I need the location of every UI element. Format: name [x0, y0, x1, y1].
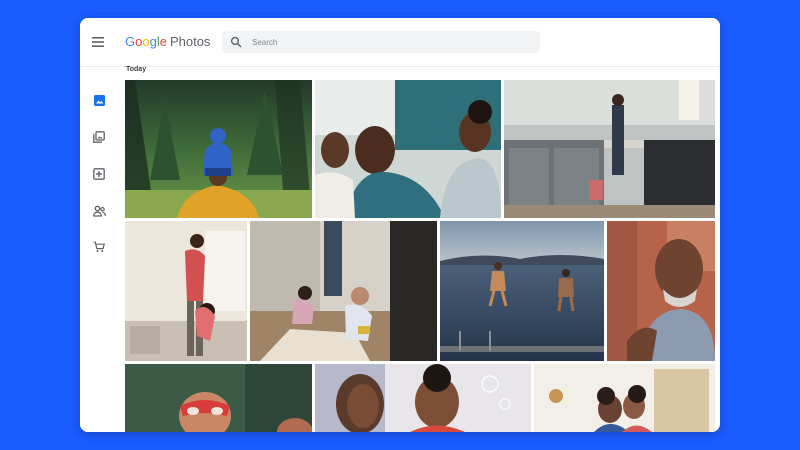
search-bar[interactable]: [222, 31, 540, 53]
sidebar: [80, 67, 120, 432]
search-input[interactable]: [250, 36, 534, 48]
hug-photo[interactable]: [534, 364, 715, 432]
sidebar-item-albums[interactable]: [92, 130, 106, 144]
hamburger-menu-icon: [92, 37, 104, 47]
masked-child-photo[interactable]: [125, 364, 312, 432]
sidebar-item-photos[interactable]: [92, 93, 106, 107]
section-date-label: Today: [126, 66, 147, 73]
logo-letter: o: [142, 34, 150, 49]
top-bar: Google Photos: [80, 18, 720, 67]
family-couch-photo[interactable]: [315, 80, 501, 218]
kitchen-photo[interactable]: [504, 80, 715, 218]
albums-icon: [93, 131, 105, 143]
kids-floor-photo[interactable]: [250, 221, 437, 361]
forest-hike-photo[interactable]: [125, 80, 312, 218]
logo-product-name: Photos: [169, 34, 211, 49]
sharing-icon: [92, 205, 106, 217]
app-window: Google Photos Search Today: [80, 18, 720, 432]
mother-child-photo[interactable]: [125, 221, 247, 361]
child-bubbles-photo[interactable]: [315, 364, 531, 432]
sidebar-item-utilities[interactable]: [92, 167, 106, 181]
logo-letter: g: [149, 34, 157, 49]
main-menu-button[interactable]: [90, 34, 106, 50]
lake-jump-photo[interactable]: [440, 221, 604, 361]
google-photos-logo[interactable]: Google Photos: [125, 34, 210, 49]
sidebar-item-print-store[interactable]: [92, 240, 106, 254]
logo-letter: G: [125, 34, 136, 49]
print-store-icon: [93, 241, 105, 252]
utilities-icon: [93, 168, 105, 180]
search-icon[interactable]: [230, 36, 242, 48]
photos-icon: [93, 94, 105, 106]
logo-letter: e: [159, 34, 167, 49]
smiling-man-photo[interactable]: [607, 221, 715, 361]
sidebar-item-sharing[interactable]: [92, 204, 106, 218]
